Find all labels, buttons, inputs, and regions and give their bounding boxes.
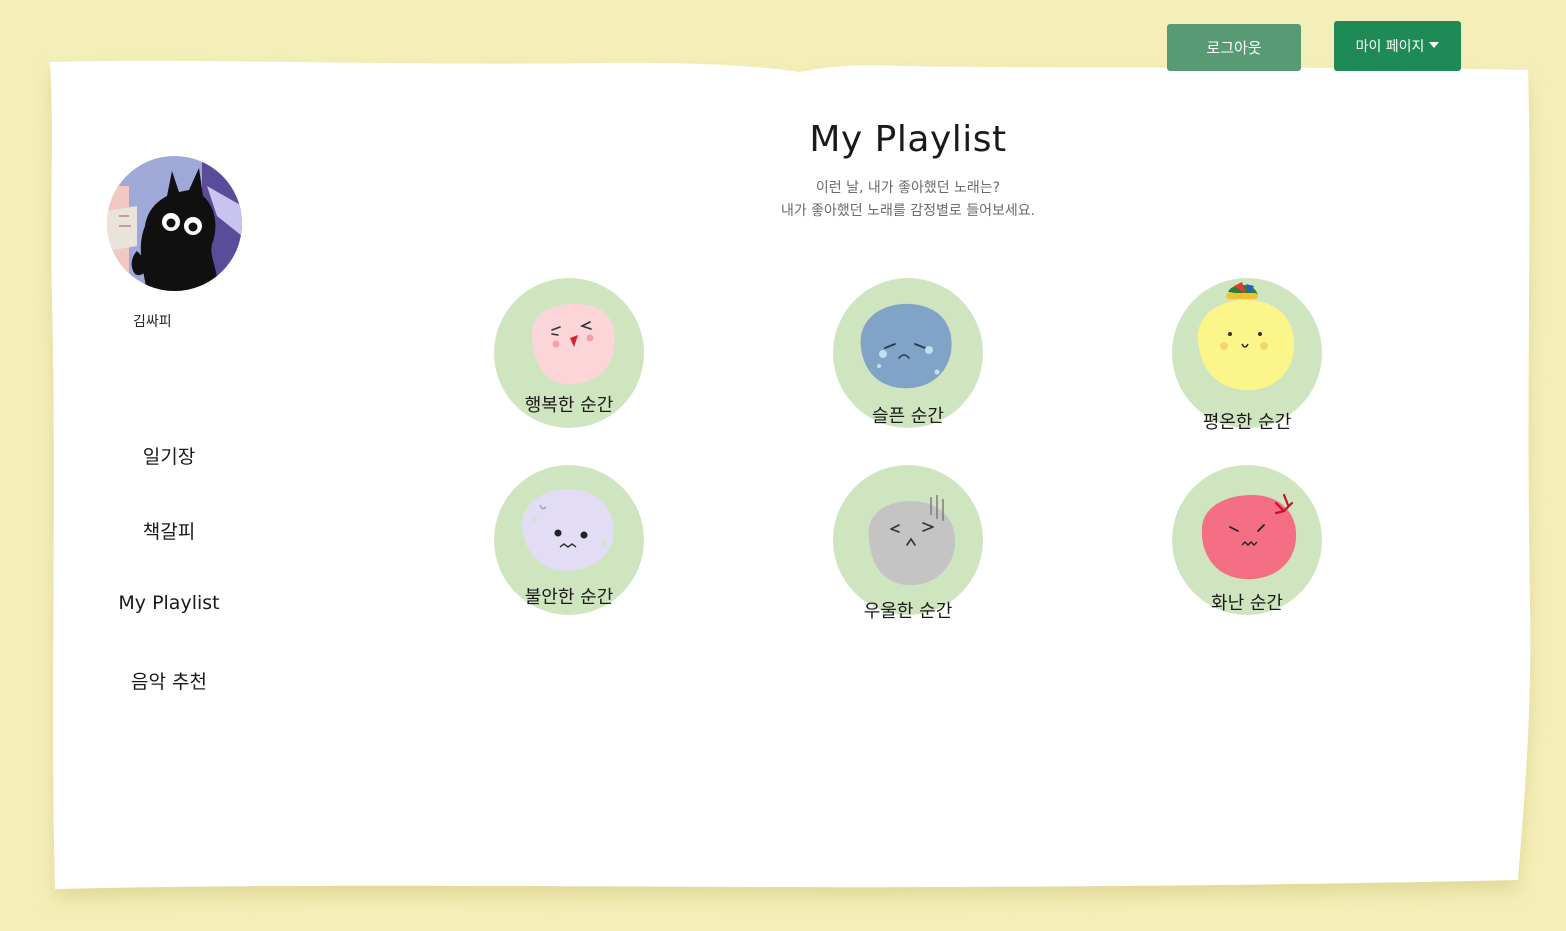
mood-label: 화난 순간 [1211, 593, 1283, 614]
calm-face-icon [1197, 282, 1295, 391]
page-subtitle-line1: 이런 날, 내가 좋아했던 노래는? [815, 180, 1001, 196]
mood-calm-button[interactable]: 평온한 순간 [1172, 278, 1322, 433]
mypage-label: 마이 페이지 [1355, 39, 1425, 55]
sidebar-item-diary[interactable]: 일기장 [88, 442, 250, 469]
sidebar-item-my-playlist[interactable]: My Playlist [88, 592, 250, 614]
gloomy-face-icon [868, 495, 956, 586]
username: 김싸피 [133, 314, 172, 330]
caret-down-icon [1429, 42, 1440, 48]
avatar [107, 156, 242, 291]
mood-label: 슬픈 순간 [872, 406, 944, 427]
mood-sad-button[interactable]: 슬픈 순간 [833, 278, 983, 428]
mood-angry-button[interactable]: 화난 순간 [1172, 465, 1322, 615]
logout-label: 로그아웃 [1206, 39, 1262, 57]
sidebar-item-music-recommend[interactable]: 음악 추천 [88, 667, 250, 694]
page-subtitle-line2: 내가 좋아했던 노래를 감정별로 들어보세요. [780, 203, 1036, 219]
mood-anxious-button[interactable]: 불안한 순간 [494, 465, 644, 615]
mypage-dropdown-button[interactable]: 마이 페이지 [1334, 21, 1461, 71]
mood-label: 우울한 순간 [863, 601, 953, 622]
mood-gloomy-button[interactable]: 우울한 순간 [833, 465, 983, 622]
mood-happy-button[interactable]: 행복한 순간 [494, 278, 644, 428]
page-title: My Playlist [809, 119, 1007, 160]
mood-label: 평온한 순간 [1202, 412, 1292, 433]
cat-avatar-icon [107, 156, 242, 291]
sidebar-item-bookmark[interactable]: 책갈피 [88, 517, 250, 544]
mood-label: 불안한 순간 [524, 587, 614, 608]
logout-button[interactable]: 로그아웃 [1167, 24, 1301, 71]
mood-label: 행복한 순간 [524, 395, 614, 416]
